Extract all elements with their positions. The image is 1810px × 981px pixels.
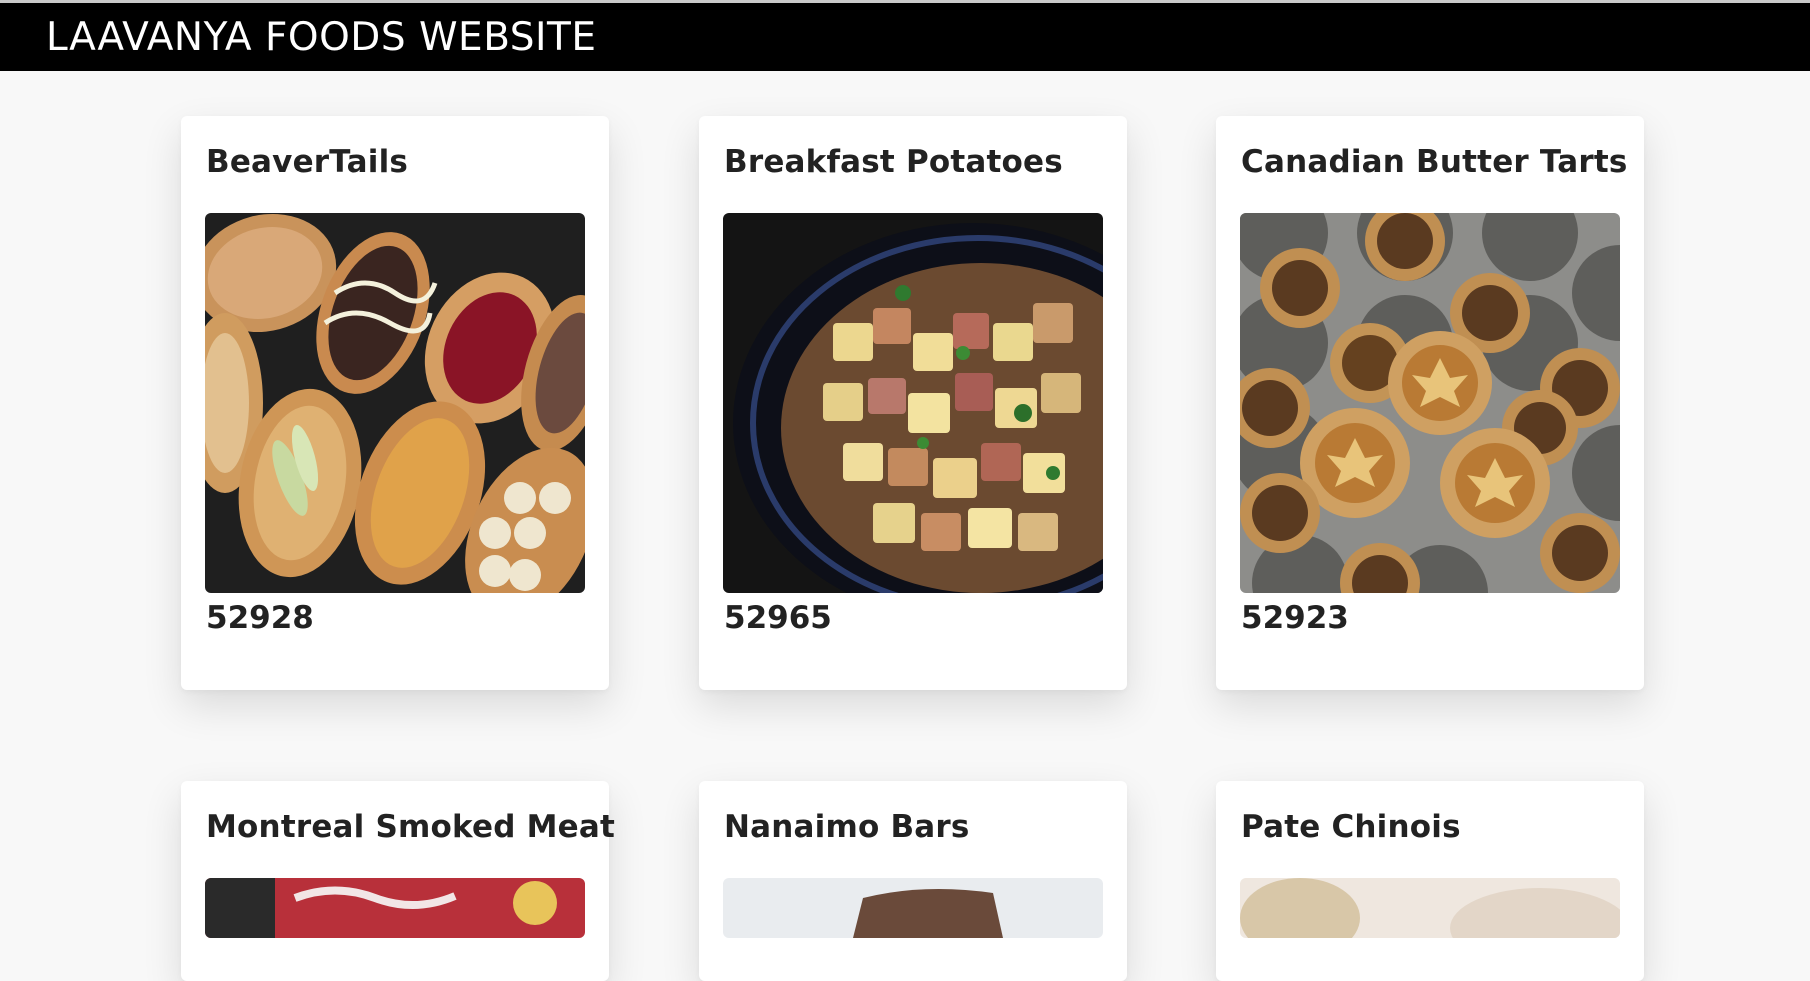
meal-image[interactable] (205, 878, 585, 938)
meal-id: 52965 (724, 600, 832, 636)
meal-title: Canadian Butter Tarts (1241, 144, 1628, 180)
site-brand[interactable]: LAAVANYA FOODS WEBSITE (46, 18, 597, 57)
navbar: LAAVANYA FOODS WEBSITE (0, 3, 1810, 71)
meal-image[interactable] (205, 213, 585, 593)
meal-card[interactable]: BeaverTails 52928 (181, 116, 609, 690)
meal-id: 52928 (206, 600, 314, 636)
meal-card[interactable]: Montreal Smoked Meat (181, 781, 615, 981)
meal-card[interactable]: Nanaimo Bars (699, 781, 1127, 981)
meal-title: Nanaimo Bars (724, 809, 970, 845)
meal-title: Montreal Smoked Meat (206, 809, 616, 845)
meal-image[interactable] (1240, 213, 1620, 593)
meal-title: Breakfast Potatoes (724, 144, 1063, 180)
meal-title: Pate Chinois (1241, 809, 1461, 845)
meal-card[interactable]: Pate Chinois (1216, 781, 1644, 981)
meal-image[interactable] (723, 878, 1103, 938)
meal-id: 52923 (1241, 600, 1349, 636)
meal-title: BeaverTails (206, 144, 409, 180)
meal-image[interactable] (1240, 878, 1620, 938)
meal-card[interactable]: Canadian Butter Tarts 52923 (1216, 116, 1644, 690)
meal-image[interactable] (723, 213, 1103, 593)
meal-card[interactable]: Breakfast Potatoes 52965 (699, 116, 1127, 690)
